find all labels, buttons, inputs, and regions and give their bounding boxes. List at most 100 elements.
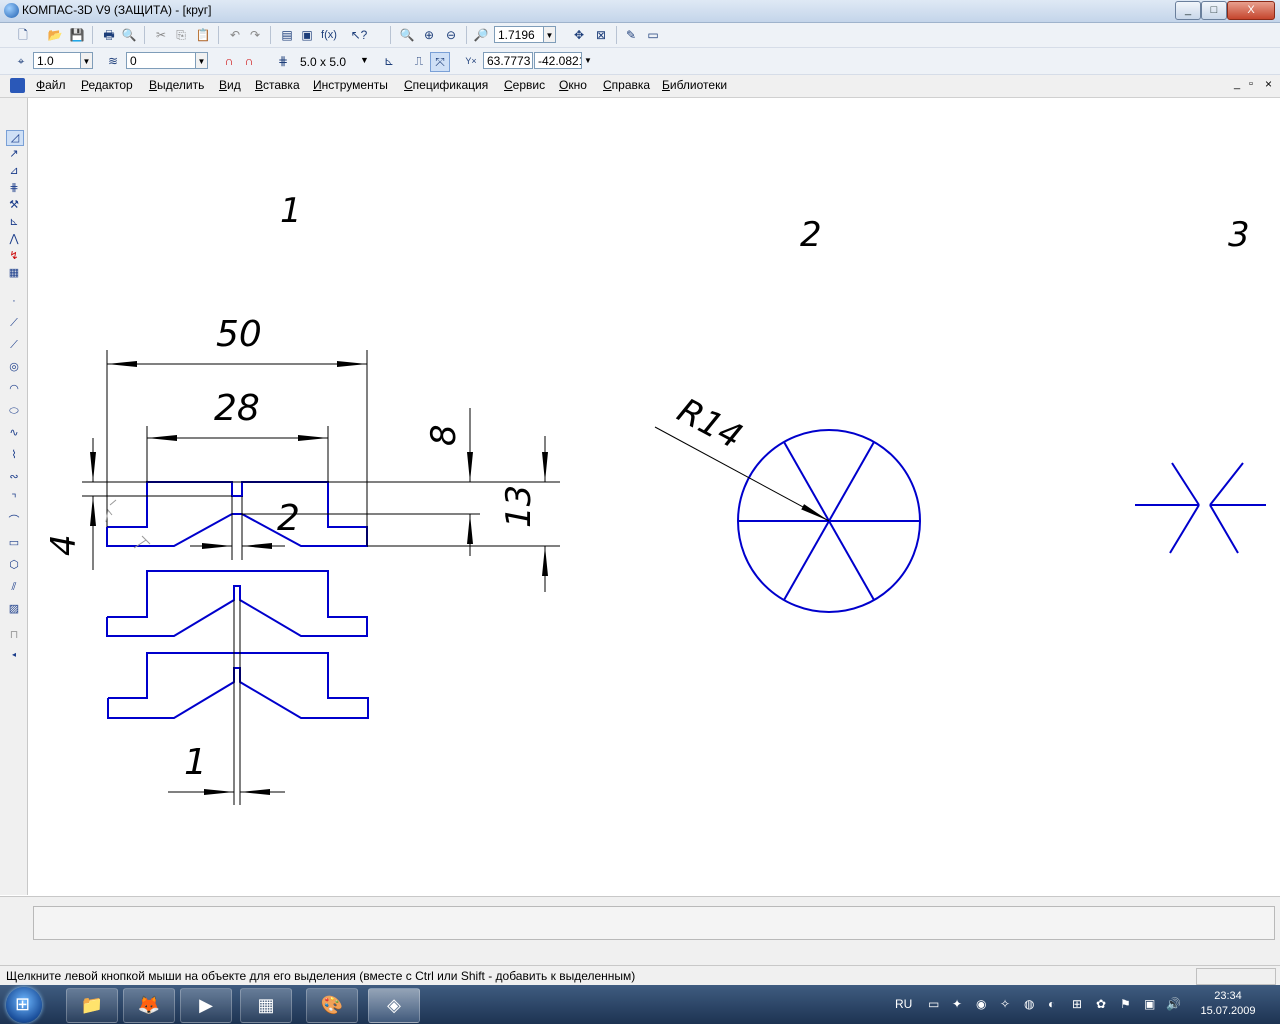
menu-editor[interactable]: Редактор [81,78,133,92]
copy-icon[interactable]: ⎘ [172,26,190,44]
grid-size-label[interactable]: 5.0 x 5.0 [300,55,346,69]
polyline-tool-icon[interactable]: ⌇ [6,448,22,462]
spec-panel-icon[interactable]: ↯ [6,249,22,263]
point-tool-icon[interactable]: · [6,294,22,308]
grid-icon[interactable]: ⋕ [274,52,292,70]
segment-tool-icon[interactable]: ⟋ [6,338,22,352]
language-indicator[interactable]: RU [895,997,912,1011]
tray-update-icon[interactable]: ◍ [1024,997,1034,1011]
drawing-canvas[interactable]: 1 2 3 50 28 2 4 8 13 1 R14 [28,98,1280,895]
layer-field[interactable]: 0 [126,52,196,69]
circle-tool-icon[interactable]: ◎ [6,360,22,374]
figure-3-fragment[interactable] [1135,462,1266,554]
tray-bluetooth-icon[interactable]: ✧ [1000,997,1010,1011]
undo-icon[interactable]: ↶ [226,26,244,44]
minimize-button[interactable]: _ [1175,1,1201,20]
kompas-app-icon[interactable] [4,3,19,18]
coord-x-field[interactable]: 63.7773 [483,52,533,69]
menu-service[interactable]: Сервис [504,78,545,92]
hatch-tool-icon[interactable]: ▨ [6,602,22,616]
firefox-task-icon[interactable]: 🦊 [123,988,175,1023]
zoom-scale-field[interactable]: 1.7196 [494,26,544,43]
collection-tool-icon[interactable]: ⊓ [6,628,22,642]
parametrization-panel-icon[interactable]: ⚒ [6,198,22,212]
chamfer-tool-icon[interactable]: ⌝ [6,492,22,506]
start-button[interactable]: ⊞ [6,987,42,1023]
continuous-input-icon[interactable]: ∿ [6,426,22,440]
layer-dropdown-icon[interactable]: ▼ [196,52,208,69]
equidistant-tool-icon[interactable]: ⫽ [6,580,22,594]
menu-window[interactable]: Окно [559,78,587,92]
selection-panel-icon[interactable]: ⋀ [6,232,22,246]
tray-globe-icon[interactable]: ◐ [1048,997,1055,1011]
tray-volume-icon[interactable]: 🔊 [1166,997,1181,1011]
geometry-panel-icon[interactable]: ◿ [6,130,24,146]
paste-icon[interactable]: 📋 [194,26,212,44]
redo-icon[interactable]: ↷ [246,26,264,44]
reports-panel-icon[interactable]: ▦ [6,266,22,280]
drawing-svg[interactable]: 1 2 3 50 28 2 4 8 13 1 R14 [28,98,1280,895]
kompas-active-task-icon[interactable]: ◈ [368,988,420,1023]
zoom-in-icon[interactable]: ⊕ [420,26,438,44]
tray-monitor-icon[interactable]: ▣ [1144,997,1155,1011]
refresh-icon[interactable]: ✎ [622,26,640,44]
pan-icon[interactable]: ✥ [570,26,588,44]
tray-wand-icon[interactable]: ✦ [952,997,962,1011]
menu-specification[interactable]: Спецификация [404,78,488,92]
menu-insert[interactable]: Вставка [255,78,300,92]
cursor-step-icon[interactable]: ⌖ [12,52,30,70]
show-all-icon[interactable]: ⊠ [592,26,610,44]
tray-clover-icon[interactable]: ✿ [1096,997,1106,1011]
menu-help[interactable]: Справка [603,78,650,92]
dimensions-panel-icon[interactable]: ↗ [6,147,22,161]
spline-tool-icon[interactable]: ∾ [6,470,22,484]
doc-restore-button[interactable]: ▫ [1249,78,1253,90]
open-folder-icon[interactable]: 📂 [46,26,64,44]
properties-field[interactable] [33,906,1275,940]
zoom-out-icon[interactable]: ⊖ [442,26,460,44]
doc-minimize-button[interactable]: _ [1234,78,1240,90]
cursor-step-field[interactable]: 1.0 [33,52,81,69]
ellipse-tool-icon[interactable]: ⬭ [6,404,22,418]
cut-icon[interactable]: ✂ [152,26,170,44]
help-pointer-icon[interactable]: ↖? [350,26,368,44]
polygon-tool-icon[interactable]: ⬡ [6,558,22,572]
save-icon[interactable]: 💾 [68,26,86,44]
zoom-scale-icon[interactable]: 🔎 [472,26,490,44]
close-button[interactable]: X [1227,1,1275,20]
menu-file[interactable]: Файл [36,78,66,92]
arc-tool-icon[interactable]: ◠ [6,382,22,396]
print-preview-icon[interactable]: 🔍 [120,26,138,44]
ortho-mode-icon[interactable]: ⎍ [410,52,428,70]
layers-icon[interactable]: ≋ [104,52,122,70]
tray-app-icon[interactable]: ▭ [928,997,939,1011]
doc-close-button[interactable]: × [1265,77,1272,91]
snap-toggle-icon[interactable]: ⤧ [430,52,450,72]
step-dropdown-icon[interactable]: ▼ [81,52,93,69]
kompas-launcher-task-icon[interactable]: ▦ [240,988,292,1023]
explorer-task-icon[interactable]: 📁 [66,988,118,1023]
snap-magnet-icon[interactable]: ∩ [220,52,238,70]
menu-tools[interactable]: Инструменты [313,78,388,92]
document-manager-icon[interactable]: ▤ [278,26,296,44]
profile-middle[interactable] [106,570,368,637]
local-snap-icon[interactable]: ∩ [240,52,258,70]
coord-dropdown-icon[interactable]: ▼ [584,56,592,65]
profile-bottom[interactable] [107,652,369,719]
menu-select[interactable]: Выделить [149,78,204,92]
auxiliary-line-icon[interactable]: ⟋ [6,316,22,330]
maximize-button[interactable]: □ [1201,1,1227,20]
display-mode-icon[interactable]: ▭ [644,26,662,44]
tray-h-icon[interactable]: ⊞ [1072,997,1082,1011]
local-cs-icon[interactable]: ⊾ [380,52,398,70]
coord-y-field[interactable]: -42.0821 [534,52,582,69]
print-icon[interactable]: 🖶 [100,26,118,44]
zoom-window-icon[interactable]: 🔍 [398,26,416,44]
panel-expand-icon[interactable]: ◂ [6,648,22,662]
zoom-dropdown-icon[interactable]: ▼ [544,26,556,43]
rectangle-tool-icon[interactable]: ▭ [6,536,22,550]
document-icon[interactable] [10,78,25,93]
function-icon[interactable]: f(x) [320,26,338,44]
measurements-panel-icon[interactable]: ⊾ [6,215,22,229]
new-document-icon[interactable]: 🗋 [14,26,32,44]
